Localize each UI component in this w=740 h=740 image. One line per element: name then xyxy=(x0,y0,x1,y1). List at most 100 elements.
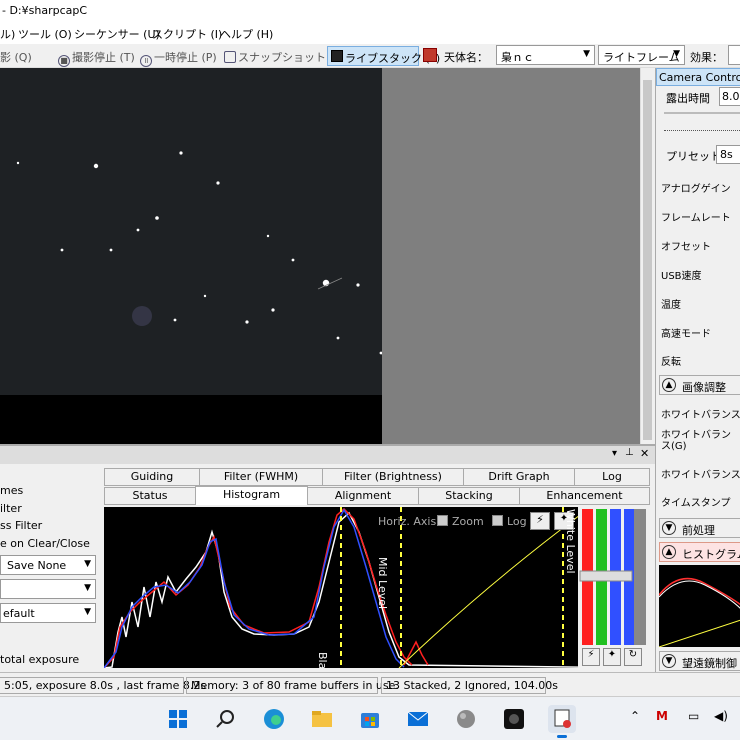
image-adjust-section[interactable]: ▲ 画像調整 xyxy=(659,375,740,395)
pin-icon[interactable]: ⊥ xyxy=(625,447,634,458)
stretch-curve xyxy=(398,514,581,668)
frame-type-value: ライトフレーム xyxy=(603,51,680,64)
camera-panel-scrollbar[interactable] xyxy=(640,68,654,444)
live-stack-button[interactable]: ライブスタック (L) xyxy=(327,46,440,66)
red-channel-line xyxy=(104,507,413,668)
dropdown-icon[interactable]: ▾ xyxy=(612,448,617,459)
temperature-label: 温度 xyxy=(661,300,681,311)
wb-green-label: ホワイトバランス(G) xyxy=(661,430,731,452)
lightning-icon[interactable]: ⚡ xyxy=(530,512,550,530)
exposure-slider[interactable] xyxy=(664,112,740,114)
left-option-frames[interactable]: mes xyxy=(0,484,23,497)
default-select[interactable]: efault ▼ xyxy=(0,603,96,623)
left-option-brightness-filter[interactable]: ss Filter xyxy=(0,519,42,532)
speaker-icon[interactable]: ◀) xyxy=(714,709,728,723)
left-option-filter[interactable]: ilter xyxy=(0,502,22,515)
camera-icon xyxy=(224,51,236,63)
tab-histogram[interactable]: Histogram xyxy=(195,486,308,505)
stop-icon: ■ xyxy=(58,55,70,67)
high-speed-mode-label: 高速モード xyxy=(661,329,711,340)
histogram-stretch-section[interactable]: ▲ ヒストグラムス xyxy=(659,542,740,562)
taskbar: ⌃ M ▭ ◀) xyxy=(0,696,740,740)
camera-control-title: Camera Control P xyxy=(659,71,740,84)
zoom-label: Zoom xyxy=(452,515,484,528)
telescope-control-section[interactable]: ▼ 望遠鏡制御 xyxy=(659,651,740,671)
tab-guiding[interactable]: Guiding xyxy=(104,468,200,486)
search-icon[interactable] xyxy=(212,705,240,733)
network-icon[interactable]: ▭ xyxy=(688,709,699,723)
preprocess-section[interactable]: ▼ 前処理 xyxy=(659,518,740,538)
chevron-up-icon[interactable]: ⌃ xyxy=(630,709,640,723)
tab-filter-fwhm[interactable]: Filter (FWHM) xyxy=(199,468,323,486)
tab-log[interactable]: Log xyxy=(574,468,650,486)
status-memory: Memory: 3 of 80 frame buffers in use. xyxy=(186,677,399,694)
viewport-background xyxy=(382,68,640,444)
status-time: 5:05, exposure 8.0s , last frame 8.2s xyxy=(0,677,206,694)
window-title: - D:¥sharpcapC xyxy=(2,4,88,17)
stack-icon xyxy=(331,50,343,62)
effect-select[interactable] xyxy=(728,45,740,65)
tab-status[interactable]: Status xyxy=(104,487,196,505)
antivirus-icon[interactable]: M xyxy=(656,709,668,723)
status-bar: 5:05, exposure 8.0s , last frame 8.2s Me… xyxy=(0,672,740,696)
wb-blue-label: ホワイトバランス(B) xyxy=(661,470,740,481)
histogram-display[interactable]: Horiz. Axis: Zoom Log ⚡ ✦ Black Level Mi… xyxy=(104,507,650,668)
tab-enhancement[interactable]: Enhancement xyxy=(519,487,650,505)
edge-icon[interactable] xyxy=(260,705,288,733)
stop-capture-button[interactable]: ■ 撮影停止 (T) xyxy=(58,49,135,67)
mid-level-label: Mid Level xyxy=(376,557,389,610)
log-label: Log xyxy=(507,515,527,528)
menu-item-script[interactable]: スクリプト (I) xyxy=(152,26,222,42)
planet-app-icon[interactable] xyxy=(452,705,480,733)
sharpcap-icon[interactable] xyxy=(548,705,576,738)
total-exposure-label: total exposure xyxy=(0,653,80,666)
save-mode-select[interactable]: Save None ▼ xyxy=(0,555,96,575)
scrollbar-thumb[interactable] xyxy=(643,80,652,440)
menu-item-view[interactable]: ル) xyxy=(0,26,15,42)
menu-item-help[interactable]: ヘルプ (H) xyxy=(220,26,273,42)
auto-stretch-icon[interactable]: ⚡ xyxy=(582,648,600,666)
status-stacked: 13 Stacked, 2 Ignored, 104.00s xyxy=(381,677,558,694)
image-viewport[interactable] xyxy=(0,68,382,444)
camera-app-icon[interactable] xyxy=(500,705,528,733)
telescope-control-title: 望遠鏡制御 xyxy=(682,657,737,670)
exposure-value: 8.00 xyxy=(722,90,740,103)
zoom-checkbox[interactable] xyxy=(437,515,448,526)
image-viewport-border xyxy=(0,395,382,444)
second-select[interactable]: ▼ xyxy=(0,579,96,599)
menu-item-tools[interactable]: ツール (O) xyxy=(18,26,72,42)
tab-filter-brightness[interactable]: Filter (Brightness) xyxy=(322,468,464,486)
chevron-down-icon: ▼ xyxy=(84,607,91,617)
dark-frame-icon[interactable] xyxy=(423,48,437,62)
chevron-down-icon: ▼ xyxy=(673,49,680,59)
title-bar: - D:¥sharpcapC xyxy=(0,0,740,22)
mail-icon[interactable] xyxy=(404,705,432,733)
wb-red-label: ホワイトバランス(R) xyxy=(661,410,740,421)
object-name-select[interactable]: 梟ｎｃ ▼ xyxy=(496,45,595,65)
sparkle-icon[interactable]: ✦ xyxy=(603,648,621,666)
reset-icon[interactable]: ↻ xyxy=(624,648,642,666)
frame-rate-label: フレームレート xyxy=(661,213,731,224)
star-field-image xyxy=(16,151,382,355)
capture-button[interactable]: 影 (Q) xyxy=(0,49,32,65)
effect-label: 効果： xyxy=(690,51,723,64)
stop-capture-label: 撮影停止 (T) xyxy=(72,51,135,64)
preset-value[interactable]: 8s xyxy=(720,148,733,161)
windows-start-icon[interactable] xyxy=(164,705,192,733)
chevron-down-icon: ▼ xyxy=(662,521,676,535)
file-explorer-icon[interactable] xyxy=(308,705,336,733)
flip-label: 反転 xyxy=(661,357,681,368)
tab-alignment[interactable]: Alignment xyxy=(307,487,419,505)
tab-stacking[interactable]: Stacking xyxy=(418,487,520,505)
preprocess-title: 前処理 xyxy=(682,524,715,537)
mini-histogram xyxy=(659,565,740,647)
left-option-save-on-clear[interactable]: e on Clear/Close xyxy=(0,537,90,550)
close-icon[interactable]: ✕ xyxy=(640,447,649,460)
menu-item-sequencer[interactable]: シーケンサー (U) xyxy=(74,26,160,42)
tab-drift-graph[interactable]: Drift Graph xyxy=(463,468,575,486)
chevron-down-icon: ▼ xyxy=(84,559,91,569)
frame-type-select[interactable]: ライトフレーム ▼ xyxy=(598,45,685,65)
log-checkbox[interactable] xyxy=(492,515,503,526)
store-icon[interactable] xyxy=(356,705,384,733)
pause-button[interactable]: ॥ 一時停止 (P) xyxy=(140,49,217,67)
